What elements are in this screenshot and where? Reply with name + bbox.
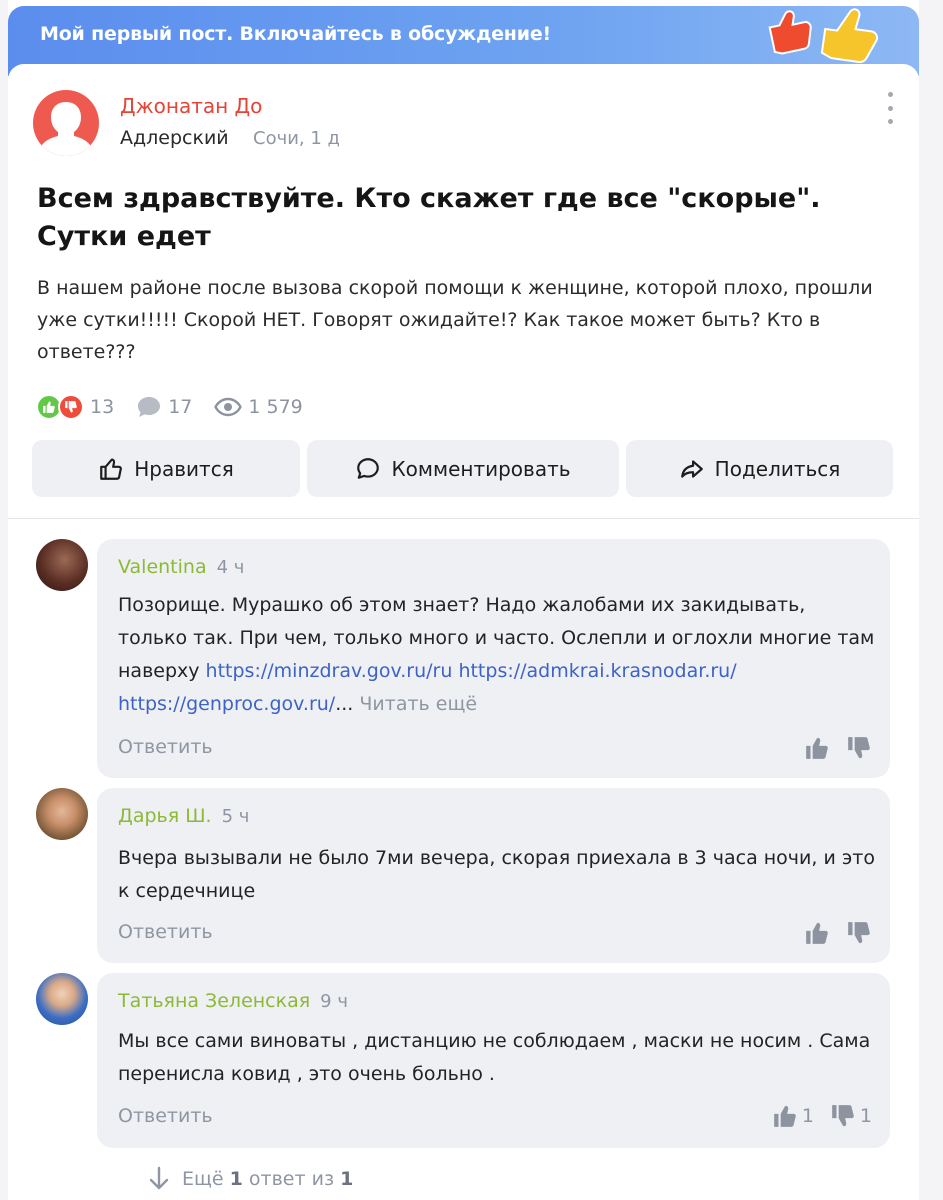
comment-header: Дарья Ш. 5 ч (118, 805, 249, 827)
comment-dislike-button[interactable]: 1 (830, 1103, 872, 1129)
comment-time: 5 ч (221, 806, 250, 827)
commenter-avatar[interactable] (36, 539, 88, 591)
post-title: Всем здравствуйте. Кто скажет где все "с… (37, 183, 821, 252)
user-silhouette-icon (42, 102, 90, 156)
comment-button[interactable]: Комментировать (307, 440, 619, 497)
eye-icon (214, 397, 243, 417)
author-avatar[interactable] (33, 90, 99, 156)
commenter-name[interactable]: Дарья Ш. (118, 805, 212, 827)
more-replies-prefix: Ещё (182, 1168, 224, 1190)
share-button[interactable]: Поделиться (626, 440, 893, 497)
comment-header: Татьяна Зеленская 9 ч (118, 990, 348, 1012)
share-arrow-icon (680, 459, 703, 478)
comment-votes (788, 735, 872, 761)
commenter-avatar[interactable] (36, 788, 88, 840)
more-replies-middle: ответ из (248, 1168, 335, 1190)
more-replies-total: 1 (340, 1168, 354, 1190)
thumbs-down-icon (832, 1105, 854, 1127)
comments-stat[interactable]: 17 (136, 395, 192, 419)
read-more-link[interactable]: Читать ещё (359, 693, 477, 715)
dislike-reaction-icon (58, 394, 84, 420)
author-name[interactable]: Джонатан До (120, 94, 262, 118)
comment-dislike-button[interactable] (846, 920, 872, 946)
post-stats: 13 17 1 579 (36, 392, 325, 422)
thumbs-down-icon (848, 922, 870, 944)
thumbs-up-icon (100, 457, 123, 480)
comment-icon (357, 457, 380, 479)
reply-button[interactable]: Ответить (118, 736, 213, 758)
more-replies-count: 1 (229, 1168, 243, 1190)
thumbs-down-icon (848, 737, 870, 759)
like-button[interactable]: Нравится (32, 440, 300, 497)
views-stat: 1 579 (214, 396, 303, 418)
post-meta: Сочи, 1 д (253, 128, 340, 149)
arrow-down-icon (149, 1166, 169, 1190)
commenter-name[interactable]: Valentina (118, 556, 207, 578)
thumbs-up-icon (773, 1105, 796, 1127)
comment-link[interactable]: https://minzdrav.gov.ru/ru (206, 660, 453, 682)
comment-bubble: Valentina 4 ч Позорище. Мурашко об этом з… (97, 539, 890, 778)
comment-header: Valentina 4 ч (118, 556, 244, 578)
comment-time: 4 ч (216, 557, 245, 578)
comment-votes (788, 920, 872, 946)
comment-link[interactable]: https://genproc.gov.ru/ (118, 693, 335, 715)
comment-dislike-button[interactable] (846, 735, 872, 761)
comment-text: Мы все сами виноваты , дистанцию не собл… (118, 1030, 871, 1085)
comment-ellipsis: ... (335, 693, 354, 715)
commenter-name[interactable]: Татьяна Зеленская (118, 990, 310, 1012)
comment-bubble: Дарья Ш. 5 ч Вчера вызывали не было 7ми в… (97, 788, 890, 963)
comment-votes: 1 1 (756, 1103, 872, 1129)
reply-button[interactable]: Ответить (118, 921, 213, 943)
comment-like-button[interactable] (804, 735, 830, 761)
thumbs-up-icon (806, 922, 828, 944)
comment-bubble-icon (138, 397, 161, 417)
more-options-icon[interactable] (880, 92, 900, 124)
banner-text: Мой первый пост. Включайтесь в обсуждени… (40, 23, 551, 45)
comment-dislike-count: 1 (859, 1105, 872, 1127)
comment-text: Позорище. Мурашко об этом знает? Надо жа… (118, 594, 875, 715)
comment-bubble: Татьяна Зеленская 9 ч Мы все сами виноват… (97, 973, 890, 1148)
comment-like-count: 1 (801, 1105, 814, 1127)
more-replies-button[interactable]: Ещё 1 ответ из 1 (148, 1166, 353, 1192)
page-edge-left (0, 0, 8, 1200)
comment-time: 9 ч (320, 991, 348, 1012)
comment-text: Вчера вызывали не было 7ми вечера, скора… (118, 847, 875, 902)
comment-link[interactable]: https://admkrai.krasnodar.ru/ (458, 660, 736, 682)
reactions-icons[interactable] (36, 394, 84, 420)
author-location[interactable]: Адлерский (120, 127, 229, 149)
post-body: В нашем районе после вызова скорой помощ… (37, 277, 873, 363)
comment-like-button[interactable] (804, 920, 830, 946)
commenter-avatar[interactable] (36, 973, 88, 1025)
page-edge-right (919, 0, 943, 1200)
reply-button[interactable]: Ответить (118, 1105, 213, 1127)
thumbs-reaction-icon (768, 8, 879, 64)
thumbs-up-icon (806, 737, 828, 759)
comment-like-button[interactable]: 1 (772, 1103, 814, 1129)
section-divider (8, 518, 919, 519)
reactions-count: 13 (90, 396, 115, 418)
